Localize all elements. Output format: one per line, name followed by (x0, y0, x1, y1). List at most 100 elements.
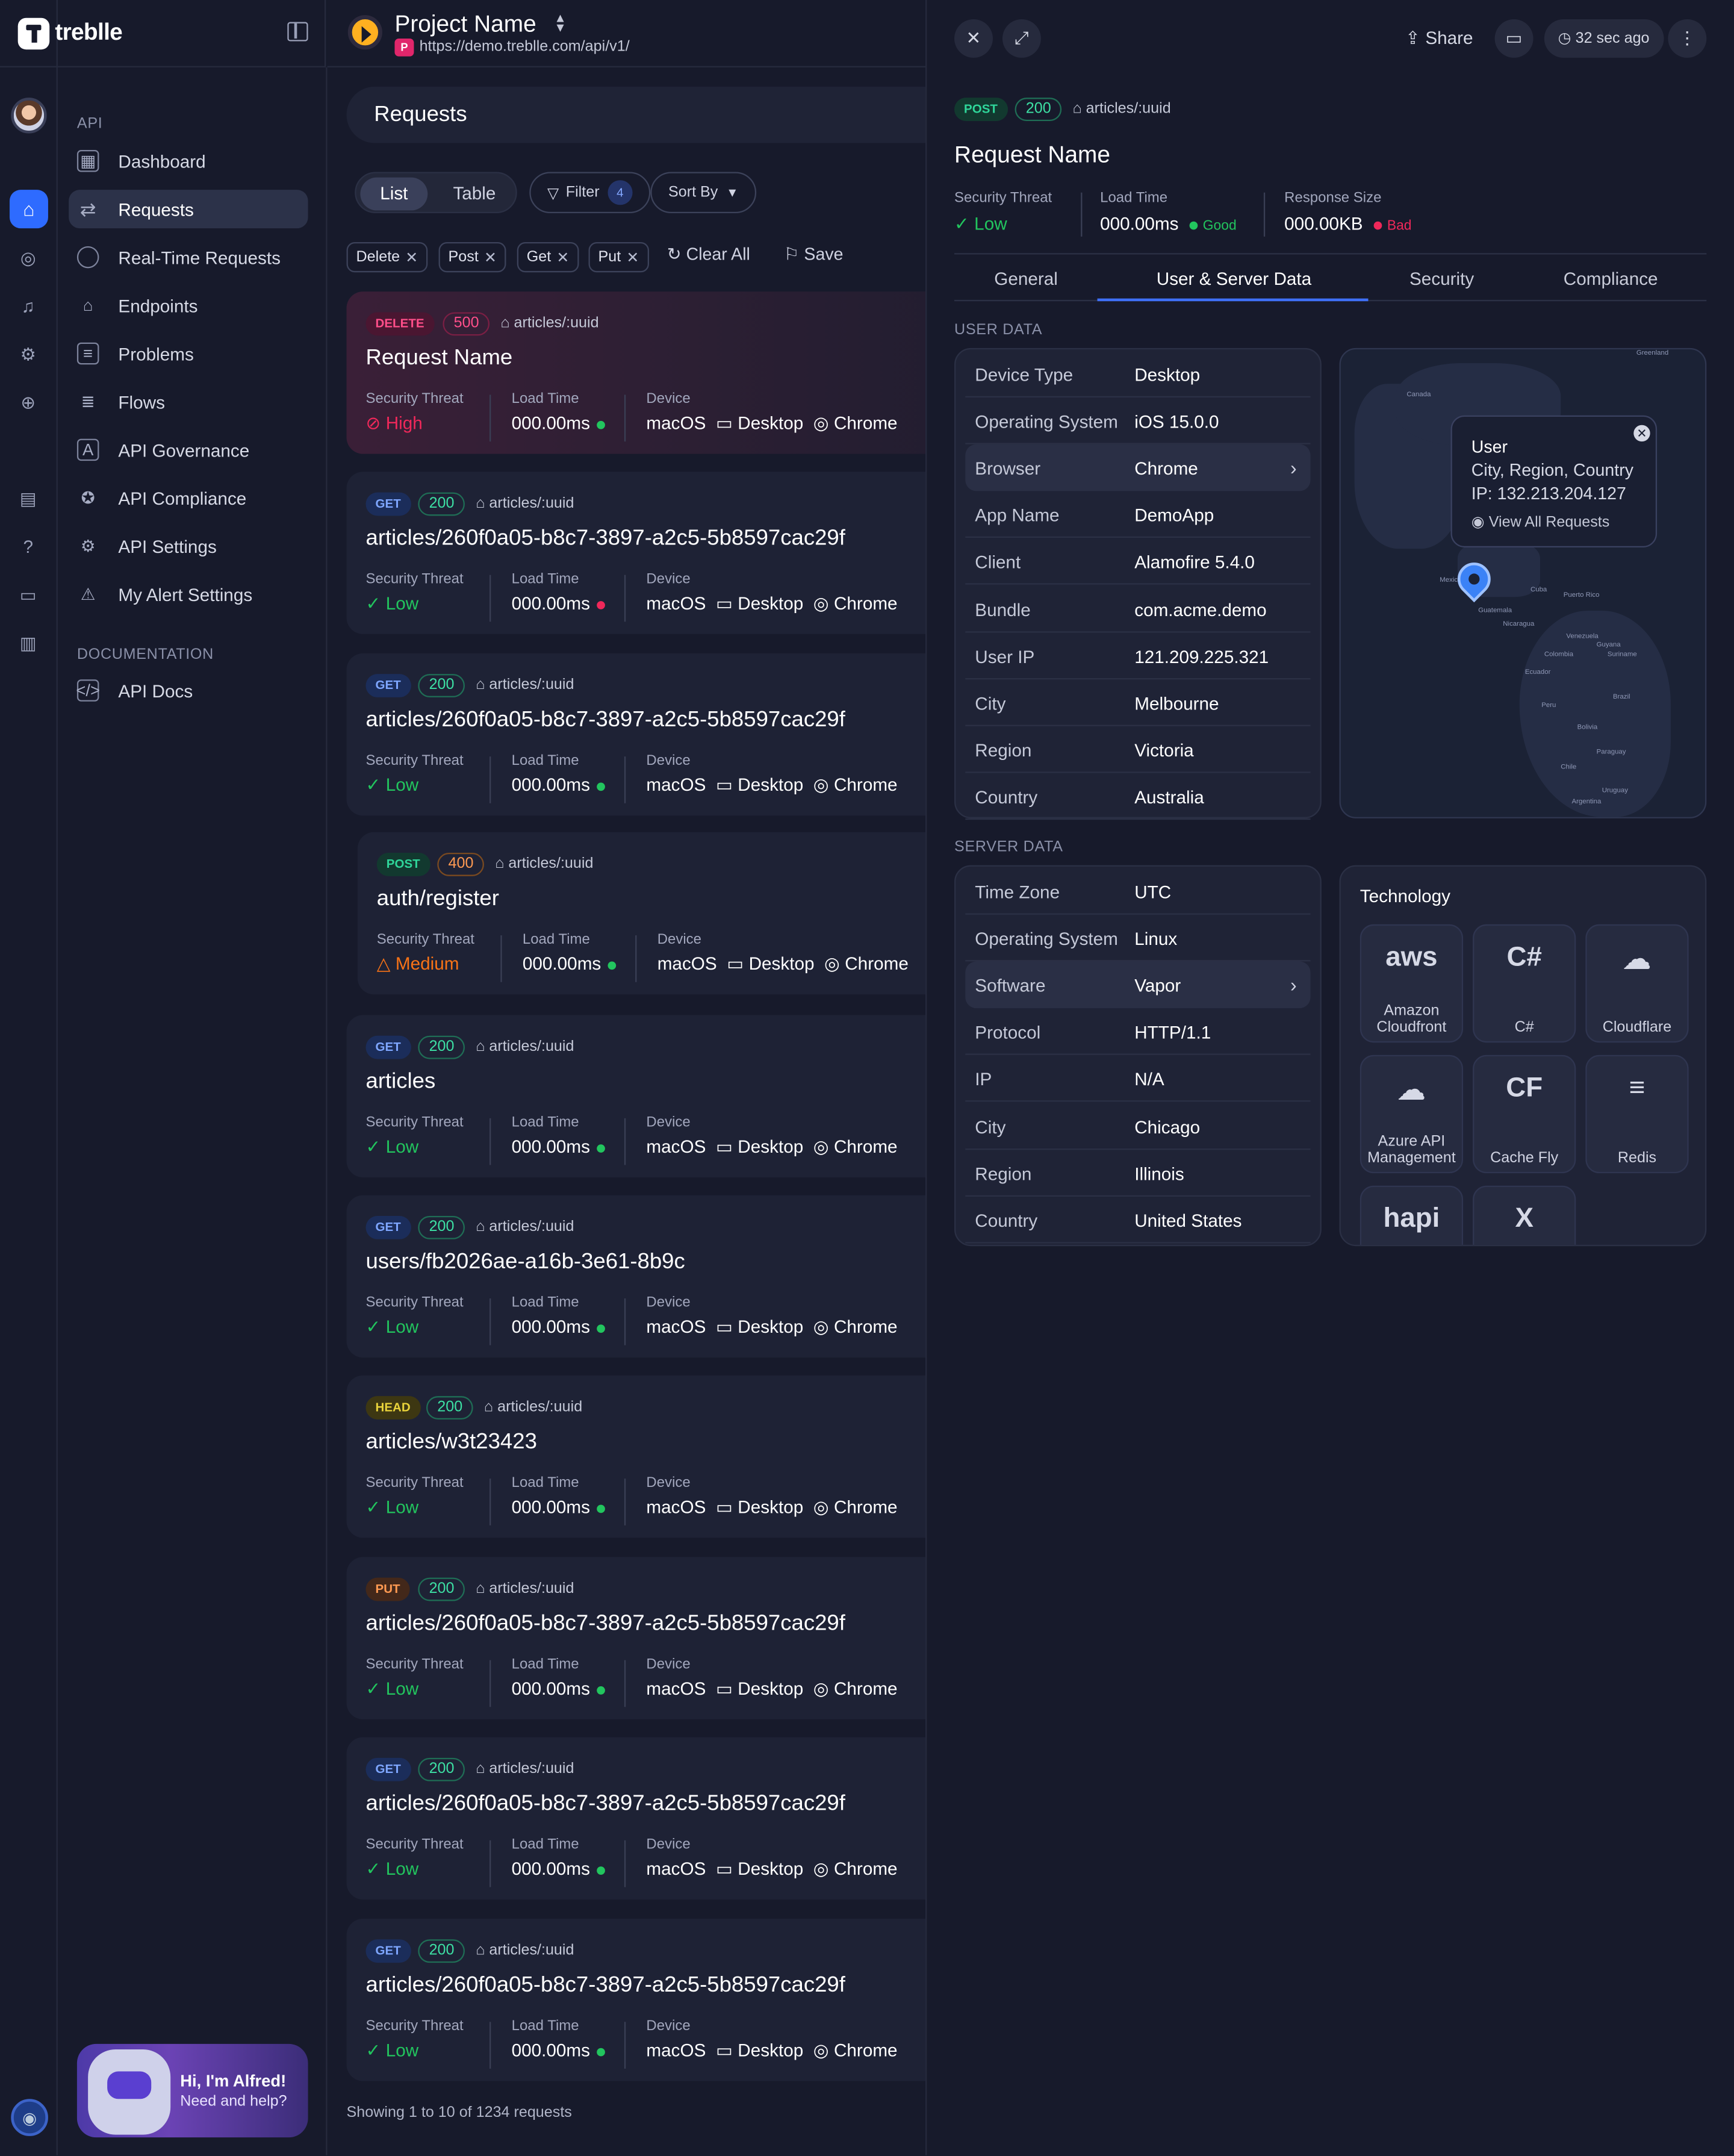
sidebar-item-real-time-requests[interactable]: Real-Time Requests (69, 238, 308, 276)
row-value: UTC (1134, 880, 1172, 902)
share-button[interactable]: ⇪ Share (1405, 28, 1473, 50)
sidebar-item-problems[interactable]: ≡ Problems (69, 334, 308, 373)
add-icon[interactable]: ⊕ (16, 391, 40, 414)
filter-chip-post[interactable]: Post ✕ (438, 241, 507, 273)
tab-user-server-data[interactable]: User & Server Data (1157, 268, 1311, 288)
tab-general[interactable]: General (994, 268, 1058, 288)
data-row: App Name DemoApp (965, 491, 1311, 538)
bell-icon[interactable]: ♫ (16, 294, 40, 318)
user-location-map[interactable]: Greenland Canada Mexico Cuba Puerto Rico… (1339, 347, 1707, 818)
chat-icon[interactable]: ▭ (16, 583, 40, 606)
row-key: City (975, 1116, 1006, 1137)
request-name: articles/260f0a05-b8c7-3897-a2c5-5b8597c… (365, 708, 845, 732)
filter-chip-delete[interactable]: Delete ✕ (346, 241, 428, 273)
book-icon[interactable]: ▤ (16, 487, 40, 511)
sidebar-toggle-icon[interactable] (287, 22, 308, 42)
chevron-right-icon[interactable]: › (1290, 974, 1297, 996)
technology-tile[interactable]: ☁ Azure API Management (1360, 1055, 1464, 1174)
data-row[interactable]: Browser Chrome › (965, 444, 1311, 491)
endpoint-icon: ⌂ (476, 1760, 485, 1777)
load-time-label: Load Time (511, 1656, 579, 1673)
load-time-value: 000.00ms (512, 774, 606, 795)
more-options-icon[interactable]: ⋮ (1668, 19, 1707, 58)
technology-tile[interactable]: CF Cache Fly (1473, 1055, 1576, 1174)
view-list-button[interactable]: List (360, 177, 428, 211)
technology-tile[interactable]: X (1473, 1185, 1576, 1245)
workspace-icon[interactable]: ◉ (11, 2099, 48, 2136)
location-tooltip: ✕ User City, Region, Country IP: 132.213… (1450, 415, 1658, 547)
request-card[interactable]: GET 200 ⌂ articles/:uuid articles/260f0a… (346, 1737, 926, 1900)
threat-icon: ✓ (365, 2040, 381, 2061)
user-avatar[interactable] (11, 98, 47, 134)
filter-button[interactable]: ▽ Filter 4 (529, 172, 651, 214)
sidebar-item-api-docs[interactable]: </> API Docs (69, 671, 308, 710)
security-threat-value: ✓ Low (365, 1858, 419, 1879)
request-card[interactable]: DELETE 500 ⌂ articles/:uuid Request Name… (346, 291, 926, 454)
settings-icon[interactable]: ⚙ (16, 343, 40, 366)
close-icon[interactable]: ✕ (626, 248, 639, 266)
technology-tile[interactable]: ≡ Redis (1585, 1055, 1689, 1174)
close-icon[interactable]: ✕ (954, 19, 993, 58)
endpoint-path: ⌂ articles/:uuid (476, 1218, 574, 1235)
request-card[interactable]: GET 200 ⌂ articles/:uuid users/fb2026ae-… (346, 1195, 926, 1358)
help-icon[interactable]: ? (16, 535, 40, 558)
sidebar-item-endpoints[interactable]: ⌂ Endpoints (69, 286, 308, 325)
threat-icon: ⊘ (365, 413, 381, 434)
request-card[interactable]: GET 200 ⌂ articles/:uuid articles/260f0a… (346, 653, 926, 816)
sidebar-item-dashboard[interactable]: ▦ Dashboard (69, 142, 308, 180)
request-card[interactable]: PUT 200 ⌂ articles/:uuid articles/260f0a… (346, 1557, 926, 1719)
filter-chip-get[interactable]: Get ✕ (517, 241, 579, 273)
expand-icon[interactable]: ⤢ (1002, 19, 1041, 58)
home-icon[interactable]: ⌂ (9, 190, 48, 229)
device-value: macOS ▭ Desktop ◎ Chrome (646, 1136, 898, 1157)
request-card[interactable]: GET 200 ⌂ articles/:uuid articles Securi… (346, 1015, 926, 1178)
comment-icon[interactable]: ▭ (1494, 19, 1534, 58)
close-icon[interactable]: ✕ (484, 248, 497, 266)
view-table-button[interactable]: Table (439, 178, 511, 211)
globe-icon[interactable]: ◎ (16, 246, 40, 270)
row-key: App Name (975, 505, 1060, 526)
device-label: Device (657, 931, 702, 948)
save-button[interactable]: ⚐ Save (784, 243, 844, 264)
device-label: Device (646, 570, 691, 588)
load-time-value: 000.00ms (512, 1858, 606, 1879)
sidebar-item-requests[interactable]: ⇄ Requests (69, 190, 308, 229)
close-icon[interactable]: ✕ (405, 248, 418, 266)
chevron-updown-icon[interactable]: ▲ ▼ (554, 11, 566, 34)
request-card[interactable]: POST 400 ⌂ articles/:uuid auth/register … (357, 832, 926, 995)
request-name: Request Name (365, 346, 513, 370)
request-card[interactable]: HEAD 200 ⌂ articles/:uuid articles/w3t23… (346, 1375, 926, 1538)
alfred-assistant-button[interactable]: Hi, I'm Alfred! Need and help? (76, 2043, 308, 2138)
request-card[interactable]: GET 200 ⌂ articles/:uuid articles/260f0a… (346, 472, 926, 634)
technology-tile[interactable]: ☁ Cloudflare (1585, 924, 1689, 1043)
request-card[interactable]: GET 200 ⌂ articles/:uuid articles/260f0a… (346, 1919, 926, 2081)
load-time-label: Load Time (511, 1474, 579, 1491)
pagination-summary: Showing 1 to 10 of 1234 requests (346, 2104, 572, 2121)
document-icon[interactable]: ▥ (16, 631, 40, 655)
clear-all-button[interactable]: ↻ Clear All (667, 243, 750, 264)
endpoint-path: ⌂ articles/:uuid (476, 1038, 574, 1055)
sort-by-button[interactable]: Sort By ▼ (650, 172, 757, 214)
security-threat-label: Security Threat (365, 390, 464, 408)
timer-icon (76, 246, 99, 269)
project-name[interactable]: Project Name (394, 11, 536, 39)
technology-tile[interactable]: aws Amazon Cloudfront (1360, 924, 1464, 1043)
sidebar-item-api-governance[interactable]: A API Governance (69, 431, 308, 469)
view-all-requests-link[interactable]: ◉ View All Requests (1471, 513, 1610, 531)
sidebar-item-flows[interactable]: ≣ Flows (69, 382, 308, 421)
technology-tile[interactable]: hapi (1360, 1185, 1464, 1245)
sidebar-item-api-compliance[interactable]: ✪ API Compliance (69, 479, 308, 517)
technology-tile[interactable]: C# C# (1473, 924, 1576, 1043)
tab-compliance[interactable]: Compliance (1564, 268, 1658, 288)
filter-chip-put[interactable]: Put ✕ (588, 241, 649, 273)
security-threat-value: ✓ Low (365, 2040, 419, 2061)
chevron-right-icon[interactable]: › (1290, 456, 1297, 479)
sidebar-item-api-settings[interactable]: ⚙ API Settings (69, 527, 308, 565)
close-icon[interactable]: ✕ (556, 248, 569, 266)
sidebar-item-my-alert-settings[interactable]: ⚠ My Alert Settings (69, 575, 308, 614)
tab-security[interactable]: Security (1409, 268, 1474, 288)
data-row[interactable]: Software Vapor › (965, 961, 1311, 1008)
row-key: IP (975, 1069, 992, 1090)
status-code-badge: 500 (443, 312, 490, 336)
close-icon[interactable]: ✕ (1633, 425, 1650, 442)
